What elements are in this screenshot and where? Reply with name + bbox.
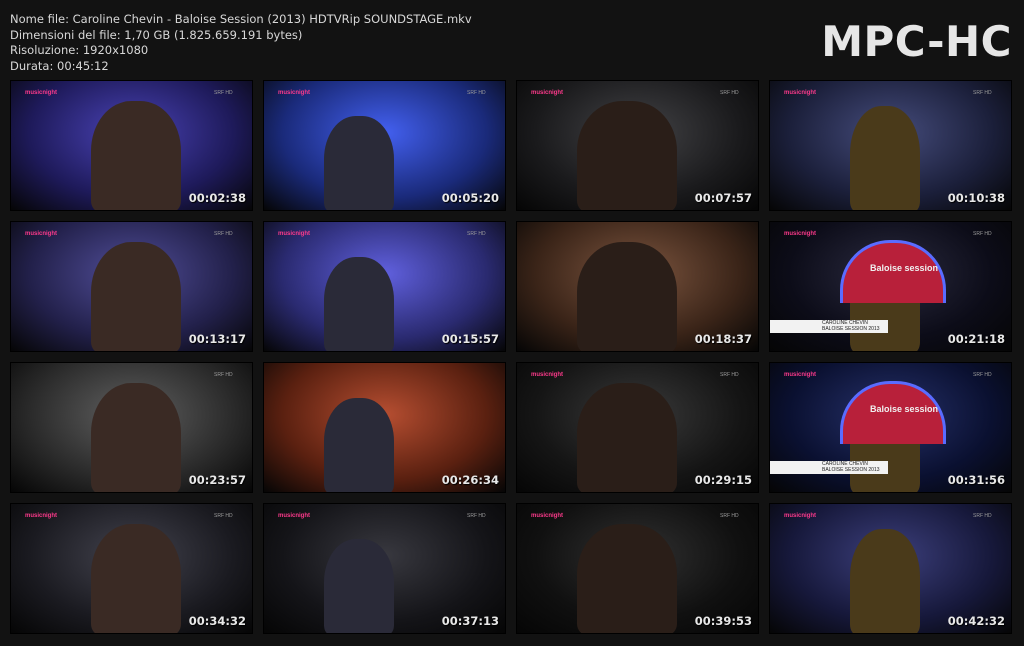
channel-brand-label: musicnight: [278, 513, 311, 519]
thumbnail-timestamp: 00:23:57: [188, 473, 246, 487]
channel-logo-label: SRF HD: [973, 372, 992, 378]
performer-silhouette: [577, 383, 677, 492]
thumbnail-frame: 00:18:37: [516, 221, 759, 352]
caption-line: BALOISE SESSION 2013: [822, 326, 880, 332]
channel-logo-label: SRF HD: [467, 513, 486, 519]
channel-logo-label: SRF HD: [467, 90, 486, 96]
performer-silhouette: [324, 257, 394, 351]
channel-logo-label: SRF HD: [214, 231, 233, 237]
stage-title: Baloise session: [870, 263, 939, 273]
thumbnail-timestamp: 00:39:53: [694, 614, 752, 628]
performer-silhouette: [324, 116, 394, 210]
thumbnail-timestamp: 00:07:57: [694, 191, 752, 205]
thumbnail-timestamp: 00:26:34: [441, 473, 499, 487]
performer-silhouette: [91, 383, 181, 492]
thumbnail-grid: musicnight SRF HD 00:02:38 musicnight SRF HD…: [10, 80, 1012, 634]
performer-silhouette: [91, 524, 181, 633]
channel-logo-label: SRF HD: [720, 90, 739, 96]
thumbnail-timestamp: 00:05:20: [441, 191, 499, 205]
thumbnail-timestamp: 00:13:17: [188, 332, 246, 346]
channel-logo-label: SRF HD: [720, 513, 739, 519]
performer-silhouette: [91, 101, 181, 210]
file-name-line: Nome file: Caroline Chevin - Baloise Ses…: [10, 12, 472, 26]
performer-silhouette: [577, 101, 677, 210]
thumbnail-frame: musicnight SRF HD 00:13:17: [10, 221, 253, 352]
app-logo: MPC-HC: [821, 17, 1012, 66]
thumbnail-frame: musicnight SRF HD 00:07:57: [516, 80, 759, 211]
channel-logo-label: SRF HD: [973, 90, 992, 96]
thumbnail-frame: Baloise session CAROLINE CHEVIN BALOISE SE…: [769, 362, 1012, 493]
thumbnail-frame: 00:26:34: [263, 362, 506, 493]
channel-brand-label: musicnight: [531, 513, 564, 519]
thumbnail-frame: musicnight SRF HD 00:42:32: [769, 503, 1012, 634]
thumbnail-frame: musicnight SRF HD 00:02:38: [10, 80, 253, 211]
channel-brand-label: musicnight: [25, 513, 58, 519]
channel-brand-label: musicnight: [784, 90, 817, 96]
channel-logo-label: SRF HD: [720, 372, 739, 378]
thumbnail-timestamp: 00:10:38: [947, 191, 1005, 205]
channel-logo-label: SRF HD: [467, 231, 486, 237]
thumbnail-timestamp: 00:02:38: [188, 191, 246, 205]
thumbnail-frame: musicnight SRF HD 00:37:13: [263, 503, 506, 634]
channel-logo-label: SRF HD: [214, 513, 233, 519]
performer-silhouette: [324, 398, 394, 492]
thumbnail-timestamp: 00:29:15: [694, 473, 752, 487]
thumbnail-timestamp: 00:15:57: [441, 332, 499, 346]
caption-line: BALOISE SESSION 2013: [822, 467, 880, 473]
resolution-line: Risoluzione: 1920x1080: [10, 43, 149, 57]
lower-third-caption: CAROLINE CHEVIN BALOISE SESSION 2013: [770, 320, 888, 333]
thumbnail-frame: musicnight SRF HD 00:15:57: [263, 221, 506, 352]
channel-brand-label: musicnight: [784, 513, 817, 519]
stage-title: Baloise session: [870, 404, 939, 414]
file-size-line: Dimensioni del file: 1,70 GB (1.825.659.…: [10, 27, 303, 42]
thumbnail-timestamp: 00:18:37: [694, 332, 752, 346]
lower-third-caption: CAROLINE CHEVIN BALOISE SESSION 2013: [770, 461, 888, 474]
channel-brand-label: musicnight: [278, 90, 311, 96]
channel-brand-label: musicnight: [784, 372, 817, 378]
performer-silhouette: [577, 242, 677, 351]
thumbnail-frame: musicnight SRF HD 00:10:38: [769, 80, 1012, 211]
thumbnail-timestamp: 00:31:56: [947, 473, 1005, 487]
channel-logo-label: SRF HD: [214, 372, 233, 378]
thumbnail-timestamp: 00:42:32: [947, 614, 1005, 628]
thumbnail-frame: musicnight SRF HD 00:05:20: [263, 80, 506, 211]
duration-line: Durata: 00:45:12: [10, 58, 109, 73]
channel-brand-label: musicnight: [531, 90, 564, 96]
thumbnail-frame: SRF HD 00:23:57: [10, 362, 253, 493]
thumbnail-frame: Baloise session CAROLINE CHEVIN BALOISE SE…: [769, 221, 1012, 352]
channel-logo-label: SRF HD: [214, 90, 233, 96]
channel-logo-label: SRF HD: [973, 231, 992, 237]
performer-silhouette: [91, 242, 181, 351]
channel-brand-label: musicnight: [531, 372, 564, 378]
performer-silhouette: [324, 539, 394, 633]
performer-silhouette: [850, 529, 920, 633]
performer-silhouette: [850, 106, 920, 210]
channel-brand-label: musicnight: [784, 231, 817, 237]
file-info-panel: Nome file: Caroline Chevin - Baloise Ses…: [10, 12, 472, 74]
channel-brand-label: musicnight: [278, 231, 311, 237]
thumbnail-frame: musicnight SRF HD 00:39:53: [516, 503, 759, 634]
performer-silhouette: [577, 524, 677, 633]
thumbnail-timestamp: 00:37:13: [441, 614, 499, 628]
channel-logo-label: SRF HD: [973, 513, 992, 519]
thumbnail-timestamp: 00:21:18: [947, 332, 1005, 346]
thumbnail-timestamp: 00:34:32: [188, 614, 246, 628]
thumbnail-frame: musicnight SRF HD 00:34:32: [10, 503, 253, 634]
thumbnail-frame: musicnight SRF HD 00:29:15: [516, 362, 759, 493]
channel-brand-label: musicnight: [25, 90, 58, 96]
channel-brand-label: musicnight: [25, 231, 58, 237]
